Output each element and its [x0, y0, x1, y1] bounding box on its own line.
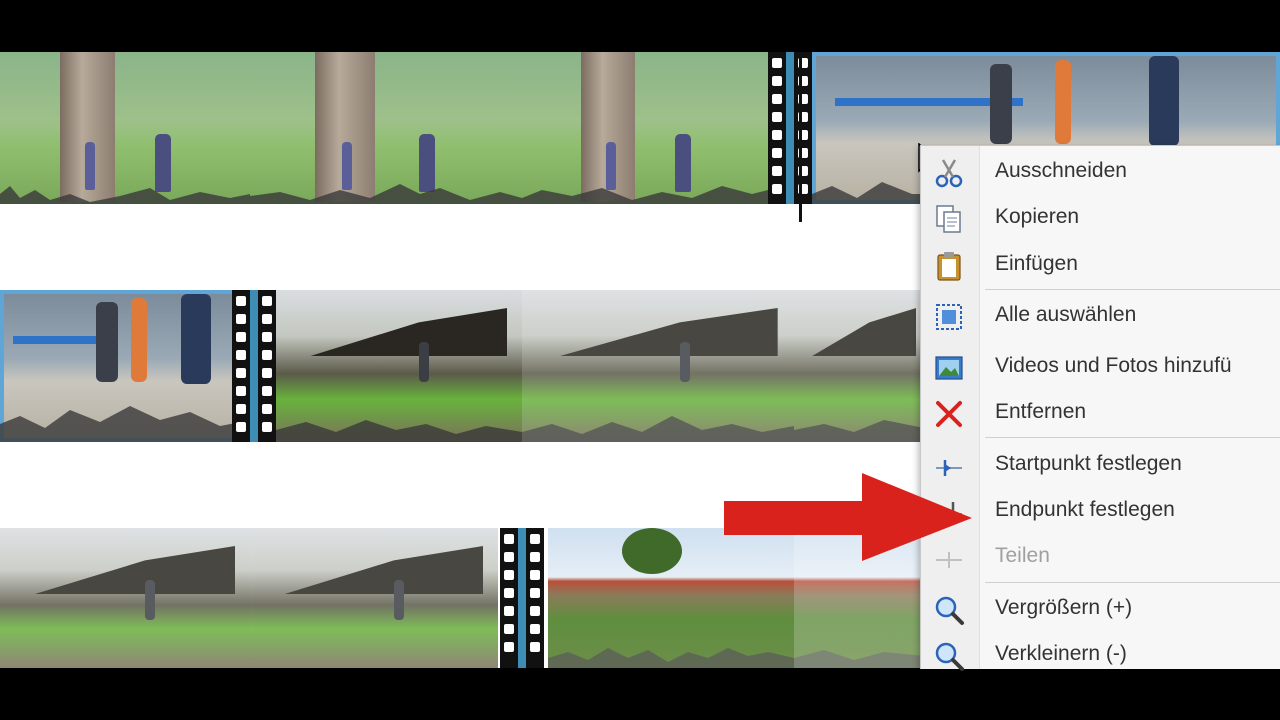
audio-waveform — [0, 186, 250, 204]
menu-item-label: Entfernen — [995, 400, 1087, 423]
audio-waveform — [0, 406, 252, 442]
paste-icon — [937, 252, 961, 281]
video-clip-thumbnail[interactable] — [0, 528, 250, 668]
audio-waveform — [522, 186, 768, 204]
menu-item-set-end-point[interactable]: Endpunkt festlegen — [921, 490, 1280, 534]
menu-item-label: Kopieren — [995, 205, 1080, 228]
zoom-out-icon — [935, 642, 964, 671]
menu-item-zoom-out[interactable]: Verkleinern (-) — [921, 634, 1280, 678]
audio-waveform — [250, 184, 522, 204]
menu-item-split[interactable]: Teilen — [921, 536, 1280, 580]
menu-separator — [985, 582, 1280, 583]
copy-icon — [936, 205, 961, 233]
clip-transition-filmstrip — [768, 52, 812, 204]
menu-item-zoom-in[interactable]: Vergrößern (+) — [921, 588, 1280, 632]
menu-item-label: Verkleinern (-) — [995, 642, 1127, 665]
menu-item-label: Vergrößern (+) — [995, 596, 1133, 619]
add-media-icon — [935, 356, 963, 380]
red-arrow-pointer — [724, 473, 972, 561]
menu-item-label: Einfügen — [995, 252, 1078, 275]
menu-separator — [985, 437, 1280, 438]
menu-item-select-all[interactable]: Alle auswählen — [921, 295, 1280, 339]
clip-transition-filmstrip — [232, 290, 276, 442]
video-clip-thumbnail[interactable] — [794, 290, 924, 442]
menu-item-paste[interactable]: Einfügen — [921, 244, 1280, 288]
menu-item-label: Teilen — [995, 544, 1050, 567]
menu-item-label: Ausschneiden — [995, 159, 1127, 182]
video-clip-thumbnail[interactable] — [276, 290, 522, 442]
select-all-icon — [936, 304, 962, 330]
scissors-icon — [935, 159, 963, 188]
menu-item-label: Alle auswählen — [995, 303, 1137, 326]
video-clip-thumbnail[interactable] — [250, 52, 522, 204]
audio-waveform — [794, 420, 924, 442]
audio-waveform — [794, 650, 924, 668]
video-clip-thumbnail[interactable] — [250, 528, 498, 668]
audio-waveform — [522, 416, 794, 442]
menu-item-label: Startpunkt festlegen — [995, 452, 1182, 475]
zoom-in-icon — [935, 596, 964, 625]
selected-video-clip-thumbnail[interactable] — [0, 290, 252, 442]
playhead[interactable] — [799, 52, 802, 222]
menu-item-remove[interactable]: Entfernen — [921, 392, 1280, 436]
menu-item-label: Endpunkt festlegen — [995, 498, 1175, 521]
audio-waveform — [276, 420, 522, 442]
video-clip-thumbnail[interactable] — [522, 52, 768, 204]
clip-transition-filmstrip — [500, 528, 544, 668]
audio-waveform — [548, 648, 794, 668]
menu-item-copy[interactable]: Kopieren — [921, 197, 1280, 241]
context-menu: Ausschneiden Kopieren Einfügen Alle ausw… — [920, 145, 1280, 671]
remove-icon — [936, 401, 962, 427]
menu-item-label: Videos und Fotos hinzufü — [995, 354, 1232, 377]
menu-item-add-videos-photos[interactable]: Videos und Fotos hinzufü — [921, 346, 1280, 390]
menu-item-set-start-point[interactable]: Startpunkt festlegen — [921, 444, 1280, 488]
menu-separator — [985, 289, 1280, 290]
video-clip-thumbnail[interactable] — [522, 290, 794, 442]
menu-item-cut[interactable]: Ausschneiden — [921, 151, 1280, 195]
video-clip-thumbnail[interactable] — [0, 52, 250, 204]
